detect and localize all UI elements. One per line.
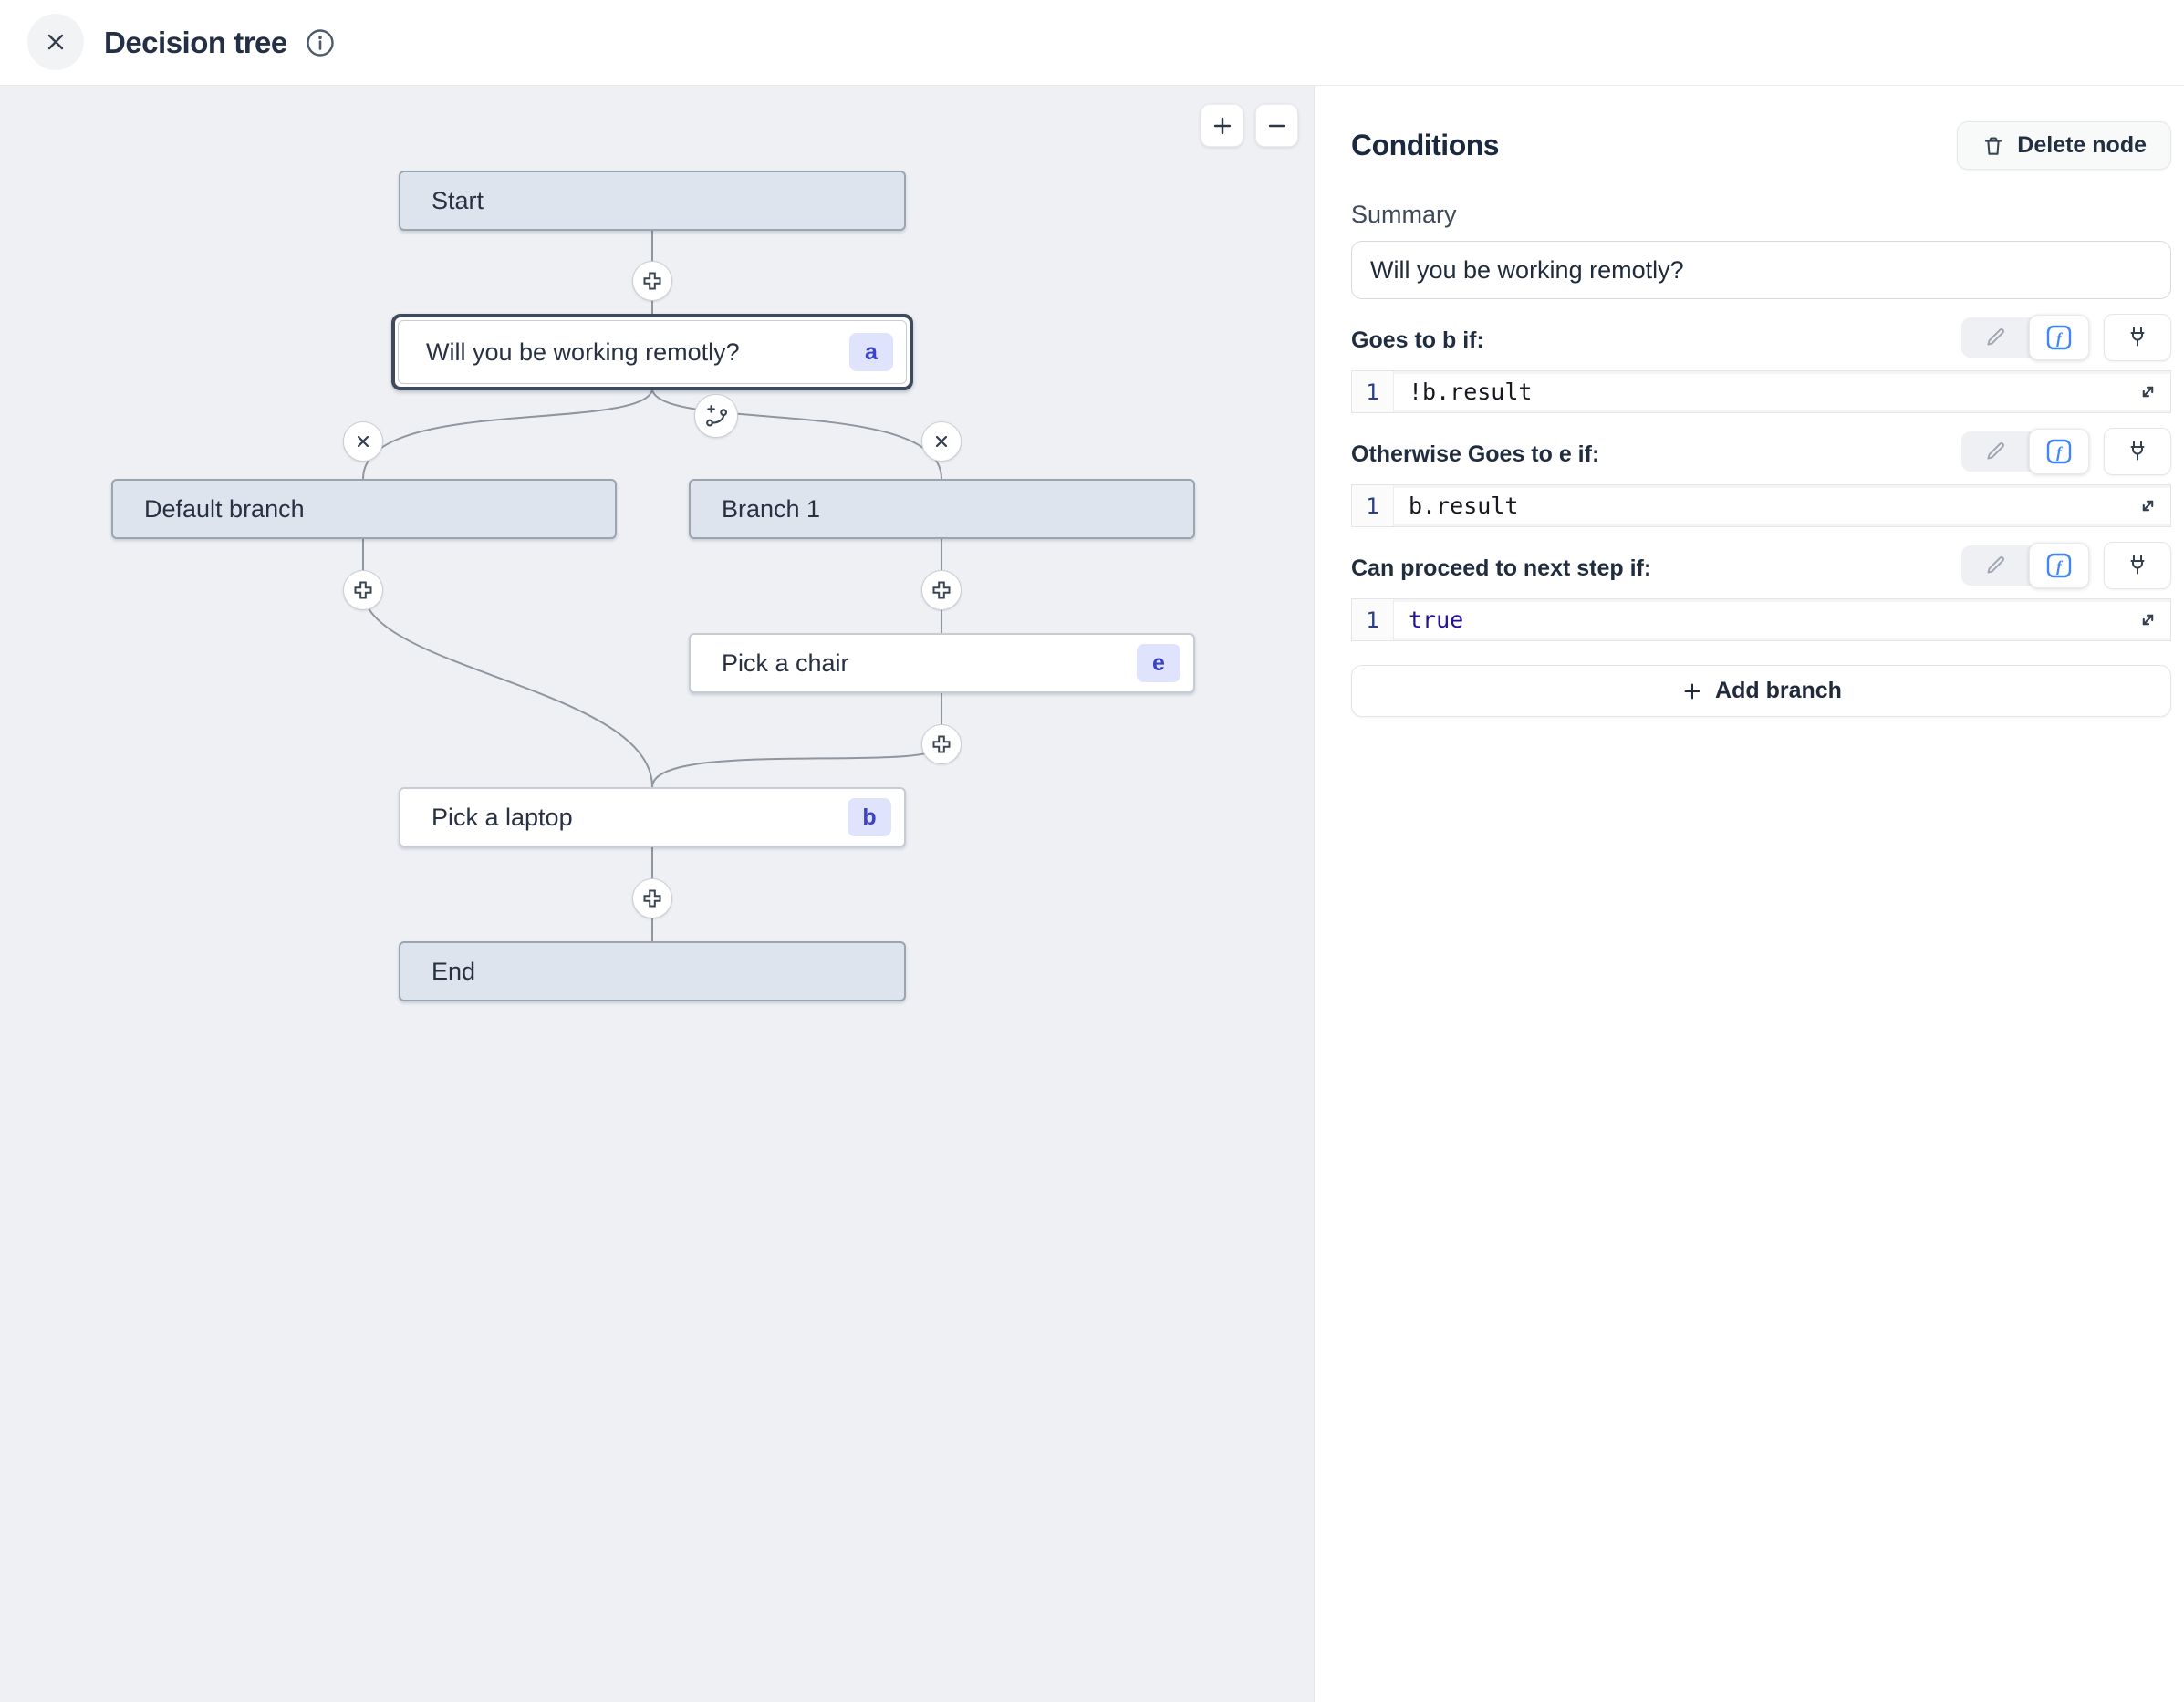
fx-icon: f [2045, 324, 2073, 351]
panel-title: Conditions [1351, 129, 1499, 162]
close-icon [43, 29, 68, 55]
node-badge: a [849, 333, 893, 371]
pencil-icon [1983, 326, 2007, 349]
svg-text:f: f [2056, 558, 2064, 576]
condition-label: Goes to b if: [1351, 327, 1484, 361]
plug-icon [2126, 440, 2149, 463]
code-editor[interactable]: 1 true [1351, 598, 2171, 641]
add-step-button[interactable] [921, 570, 962, 610]
svg-text:f: f [2056, 444, 2064, 462]
node-label: Will you be working remotly? [399, 338, 740, 367]
close-button[interactable] [27, 14, 84, 70]
add-branch-label: Add branch [1715, 678, 1842, 704]
add-step-button[interactable] [343, 570, 383, 610]
fx-icon: f [2045, 438, 2073, 465]
node-label: End [400, 958, 475, 986]
line-number: 1 [1352, 485, 1394, 526]
condition-block: Otherwise Goes to e if: [1351, 428, 2171, 527]
add-step-button[interactable] [632, 878, 672, 918]
code-content[interactable]: b.result [1394, 485, 2127, 526]
x-icon [354, 432, 372, 451]
info-icon[interactable] [304, 26, 337, 59]
node-branch-1[interactable]: Branch 1 [689, 479, 1195, 539]
zoom-out-button[interactable] [1255, 104, 1298, 147]
expand-icon [2137, 495, 2158, 516]
plus-icon [641, 270, 663, 292]
delete-node-button[interactable]: Delete node [1957, 121, 2171, 170]
node-label: Pick a chair [691, 649, 849, 678]
condition-block: Goes to b if: f [1351, 314, 2171, 413]
summary-label: Summary [1351, 201, 2171, 229]
text-mode-button[interactable] [1961, 431, 2029, 472]
condition-label: Can proceed to next step if: [1351, 555, 1651, 589]
delete-node-label: Delete node [2017, 132, 2147, 159]
summary-input[interactable] [1351, 241, 2171, 299]
line-number: 1 [1352, 371, 1394, 412]
expand-editor-button[interactable] [2127, 602, 2168, 638]
minus-icon [1264, 113, 1290, 139]
editor-mode-toggle: f [1961, 431, 2089, 472]
code-content[interactable]: true [1394, 599, 2127, 640]
zoom-in-button[interactable] [1201, 104, 1243, 147]
expand-editor-button[interactable] [2127, 488, 2168, 524]
node-badge: b [848, 798, 891, 836]
branch-plus-icon [704, 404, 728, 428]
condition-label: Otherwise Goes to e if: [1351, 441, 1599, 475]
node-condition-selected[interactable]: Will you be working remotly? a [391, 314, 913, 390]
node-end[interactable]: End [399, 941, 906, 1001]
node-label: Start [400, 187, 484, 215]
code-editor[interactable]: 1 b.result [1351, 484, 2171, 527]
plus-icon [931, 579, 952, 601]
remove-branch-button[interactable] [921, 421, 962, 462]
code-mode-button[interactable]: f [2029, 315, 2089, 360]
svg-text:f: f [2056, 330, 2064, 348]
flow-canvas[interactable]: Start Will you be working remotly? a Def… [0, 86, 1314, 1702]
node-label: Pick a laptop [400, 804, 573, 832]
line-number: 1 [1352, 599, 1394, 640]
text-mode-button[interactable] [1961, 317, 2029, 358]
connect-data-button[interactable] [2104, 542, 2171, 589]
pencil-icon [1983, 554, 2007, 577]
trash-icon [1981, 134, 2005, 158]
code-mode-button[interactable]: f [2029, 429, 2089, 474]
remove-branch-button[interactable] [343, 421, 383, 462]
plus-icon [931, 733, 952, 755]
conditions-panel: Conditions Delete node Summary [1314, 86, 2184, 1702]
expand-editor-button[interactable] [2127, 374, 2168, 410]
decision-tree-editor: Decision tree [0, 0, 2184, 1702]
node-label: Default branch [113, 495, 305, 524]
plus-icon [1210, 113, 1235, 139]
code-content[interactable]: !b.result [1394, 371, 2127, 412]
node-start[interactable]: Start [399, 171, 906, 231]
add-branch-button[interactable]: Add branch [1351, 665, 2171, 717]
code-editor[interactable]: 1 !b.result [1351, 370, 2171, 413]
connect-data-button[interactable] [2104, 428, 2171, 475]
editor-mode-toggle: f [1961, 317, 2089, 358]
node-label: Branch 1 [691, 495, 820, 524]
editor-mode-toggle: f [1961, 545, 2089, 586]
x-icon [932, 432, 951, 451]
add-branch-connector-button[interactable] [694, 394, 738, 438]
condition-block: Can proceed to next step if: [1351, 542, 2171, 641]
node-pick-a-laptop[interactable]: Pick a laptop b [399, 787, 906, 847]
node-default-branch[interactable]: Default branch [111, 479, 617, 539]
add-step-button[interactable] [632, 261, 672, 301]
connect-data-button[interactable] [2104, 314, 2171, 361]
code-mode-button[interactable]: f [2029, 543, 2089, 588]
top-bar: Decision tree [0, 0, 2184, 86]
pencil-icon [1983, 440, 2007, 463]
add-step-button[interactable] [921, 724, 962, 764]
fx-icon: f [2045, 552, 2073, 579]
node-pick-a-chair[interactable]: Pick a chair e [689, 633, 1195, 693]
expand-icon [2137, 609, 2158, 630]
text-mode-button[interactable] [1961, 545, 2029, 586]
expand-icon [2137, 381, 2158, 402]
plus-icon [641, 887, 663, 909]
plus-icon [1680, 680, 1704, 703]
page-title: Decision tree [104, 26, 287, 60]
plug-icon [2126, 326, 2149, 349]
node-badge: e [1137, 644, 1180, 682]
plus-icon [352, 579, 374, 601]
plug-icon [2126, 554, 2149, 577]
